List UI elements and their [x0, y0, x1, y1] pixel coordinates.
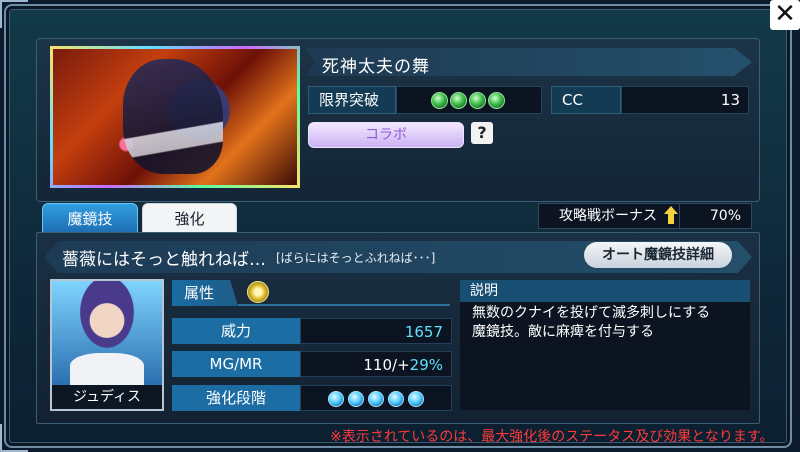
limit-break-label: 限界突破 — [308, 86, 396, 114]
card-art-figure — [123, 59, 223, 174]
footer-note: ※表示されているのは、最大強化後のステータス及び効果となります。 — [330, 429, 774, 445]
frame-corner-top-left — [0, 0, 28, 28]
attribute-label: 属性 — [172, 280, 238, 306]
stage-orb-icon — [368, 391, 384, 407]
tab-skill[interactable]: 魔鏡技 — [42, 203, 138, 233]
stage-orb-icon — [348, 391, 364, 407]
limit-break-gem-icon — [469, 92, 486, 109]
light-attribute-icon — [247, 281, 269, 303]
help-button[interactable]: ? — [471, 122, 493, 144]
portrait-collar — [70, 353, 144, 385]
character-name: ジュディス — [52, 385, 162, 409]
stage-orb-icon — [408, 391, 424, 407]
arrow-up-icon — [664, 206, 678, 224]
tab-enhance[interactable]: 強化 — [142, 203, 237, 233]
stage-orb-icon — [388, 391, 404, 407]
close-button[interactable]: ✕ — [770, 0, 800, 30]
power-label: 威力 — [172, 318, 300, 344]
description-text: 無数のクナイを投げて滅多刺しにする 魔鏡技。敵に麻痺を付与する — [460, 302, 750, 410]
stage-orb-icon — [328, 391, 344, 407]
frame-corner-bottom-left — [0, 424, 28, 452]
description-header: 説明 — [460, 280, 750, 302]
mgmr-value: 110/+29% — [300, 351, 452, 377]
card-art-image[interactable] — [50, 46, 300, 188]
character-portrait[interactable]: ジュディス — [50, 279, 164, 411]
mgmr-value-pct: 29% — [409, 356, 443, 374]
raid-bonus-label: 攻略戦ボーナス — [538, 203, 680, 229]
enhance-stage-label: 強化段階 — [172, 385, 300, 411]
power-value: 1657 — [300, 318, 452, 344]
limit-break-gem-icon — [450, 92, 467, 109]
mgmr-label: MG/MR — [172, 351, 300, 377]
ability-name: 薔薇にはそっと触れねば… — [62, 250, 266, 270]
auto-skill-detail-button[interactable]: オート魔鏡技詳細 — [584, 242, 732, 268]
limit-break-gem-icon — [431, 92, 448, 109]
attribute-divider — [238, 304, 450, 306]
ability-reading: [ばらにはそっとふれねば･･･] — [276, 251, 436, 265]
raid-bonus-value: 70% — [680, 203, 752, 229]
card-title: 死神太夫の舞 — [322, 57, 430, 77]
cc-label: CC — [551, 86, 621, 114]
mgmr-value-base: 110/+ — [363, 356, 410, 374]
collab-badge: コラボ — [308, 122, 464, 148]
limit-break-gem-icon — [488, 92, 505, 109]
cc-value: 13 — [621, 86, 749, 114]
